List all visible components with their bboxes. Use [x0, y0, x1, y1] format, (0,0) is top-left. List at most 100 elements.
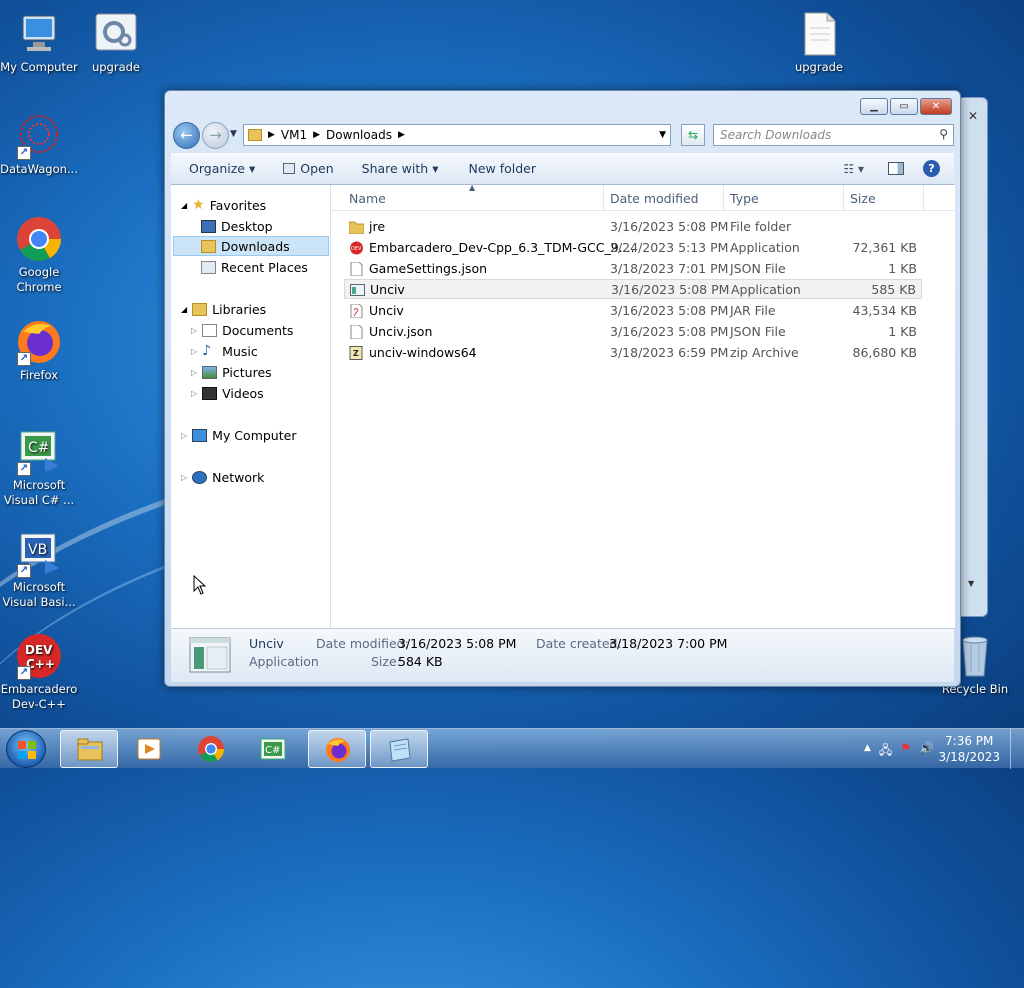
- nav-label: Desktop: [221, 218, 273, 234]
- media-player-icon: [137, 738, 161, 760]
- desktop-icon-label: Microsoft Visual Basi...: [2, 580, 76, 609]
- pictures-icon: [202, 365, 218, 379]
- organize-button[interactable]: Organize ▾: [189, 161, 255, 176]
- desktop-icon-upgrade-2[interactable]: upgrade: [778, 10, 860, 75]
- file-type: JAR File: [730, 303, 776, 318]
- view-options-icon[interactable]: ☷ ▾: [843, 162, 864, 176]
- documents-icon: [202, 323, 218, 337]
- back-button[interactable]: ←: [173, 122, 200, 149]
- network-status-icon[interactable]: 🖧: [879, 741, 892, 762]
- nav-videos[interactable]: ▷ Videos: [191, 383, 264, 403]
- column-separator[interactable]: [723, 185, 724, 211]
- downloads-folder-icon: [201, 239, 216, 253]
- collapsed-arrow-icon: ▷: [181, 430, 188, 440]
- zip-archive-icon: Z: [349, 346, 363, 360]
- address-dropdown-icon[interactable]: ▼: [659, 130, 666, 140]
- show-desktop-button[interactable]: [1010, 729, 1024, 769]
- clock-date: 3/18/2023: [938, 750, 1000, 764]
- column-separator[interactable]: [843, 185, 844, 211]
- svg-text:DEV: DEV: [351, 246, 362, 252]
- system-clock[interactable]: 7:36 PM 3/18/2023: [938, 733, 1000, 765]
- recent-pages-dropdown[interactable]: ▼: [230, 129, 237, 139]
- column-name[interactable]: Name: [349, 191, 386, 206]
- column-date-modified[interactable]: Date modified: [610, 191, 699, 206]
- start-button[interactable]: [6, 730, 46, 768]
- nav-downloads[interactable]: Downloads: [173, 236, 329, 256]
- visual-csharp-icon: C#: [260, 738, 286, 760]
- file-row-hovered[interactable]: Unciv 3/16/2023 5:08 PM Application 585 …: [344, 279, 922, 299]
- refresh-button[interactable]: ⇆: [681, 124, 705, 146]
- breadcrumb-downloads[interactable]: Downloads: [326, 128, 392, 142]
- taskbar-firefox[interactable]: [308, 730, 366, 768]
- nav-music[interactable]: ▷ ♪ Music: [191, 341, 258, 361]
- preview-pane-icon[interactable]: [888, 162, 904, 175]
- settings-file-icon: [92, 10, 140, 58]
- taskbar-explorer[interactable]: [60, 730, 118, 768]
- open-icon: [283, 163, 296, 174]
- taskbar-chrome[interactable]: [182, 730, 240, 768]
- column-type[interactable]: Type: [730, 191, 759, 206]
- breadcrumb-vm1[interactable]: VM1: [281, 128, 307, 142]
- desktop-icon-my-computer[interactable]: My Computer: [0, 10, 80, 75]
- nav-pictures[interactable]: ▷ Pictures: [191, 362, 272, 382]
- nav-network[interactable]: ▷ Network: [181, 467, 264, 487]
- collapsed-arrow-icon: ▷: [181, 472, 188, 482]
- show-hidden-icons-arrow[interactable]: ▲: [864, 743, 871, 762]
- address-bar[interactable]: ▶ VM1 ▶ Downloads ▶ ▼: [243, 124, 671, 146]
- details-date-created: 3/18/2023 7:00 PM: [609, 636, 728, 651]
- help-icon[interactable]: ?: [923, 160, 940, 177]
- column-separator[interactable]: [603, 185, 604, 211]
- forward-button[interactable]: →: [202, 122, 229, 149]
- svg-text:C#: C#: [265, 745, 280, 756]
- nav-libraries[interactable]: ◢ Libraries: [181, 299, 266, 319]
- desktop-icon-datawagon[interactable]: ↗ DataWagon...: [0, 112, 80, 177]
- desktop-icon-google-chrome[interactable]: Google Chrome: [0, 215, 80, 295]
- file-date: 2/24/2023 5:13 PM: [610, 240, 729, 255]
- visual-basic-icon: VB ↗: [15, 530, 63, 578]
- desktop-icon-upgrade-1[interactable]: upgrade: [75, 10, 157, 75]
- shortcut-arrow-icon: ↗: [17, 146, 31, 160]
- nav-documents[interactable]: ▷ Documents: [191, 320, 293, 340]
- taskbar-notepad[interactable]: [370, 730, 428, 768]
- jar-file-icon: [350, 304, 363, 318]
- nav-favorites[interactable]: ◢ ★ Favorites: [181, 195, 266, 215]
- file-row[interactable]: jre 3/16/2023 5:08 PM File folder: [345, 217, 921, 237]
- maximize-button[interactable]: ▭: [890, 98, 918, 115]
- mouse-cursor: [193, 574, 207, 598]
- details-size: 584 KB: [398, 654, 443, 669]
- action-center-icon[interactable]: ⚑: [900, 741, 911, 762]
- search-input[interactable]: Search Downloads ⚲: [713, 124, 954, 146]
- taskbar-media-player[interactable]: [120, 730, 178, 768]
- close-button[interactable]: ✕: [920, 98, 952, 115]
- file-row[interactable]: DEV Embarcadero_Dev-Cpp_6.3_TDM-GCC_9...…: [345, 238, 921, 258]
- desktop-icon-visual-csharp[interactable]: C# ↗ Microsoft Visual C# ...: [0, 428, 80, 508]
- nav-my-computer[interactable]: ▷ My Computer: [181, 425, 296, 445]
- column-size[interactable]: Size: [850, 191, 876, 206]
- breadcrumb-separator: ▶: [313, 130, 321, 140]
- file-row[interactable]: Z unciv-windows64 3/18/2023 6:59 PM zip …: [345, 343, 921, 363]
- desktop-icon-firefox[interactable]: ↗ Firefox: [0, 318, 80, 383]
- file-type: JSON File: [730, 261, 786, 276]
- open-button[interactable]: Open: [283, 161, 334, 176]
- new-folder-button[interactable]: New folder: [468, 161, 536, 176]
- file-row[interactable]: Unciv.json 3/16/2023 5:08 PM JSON File 1…: [345, 322, 921, 342]
- volume-icon[interactable]: 🔊: [919, 741, 934, 762]
- search-icon: ⚲: [939, 127, 948, 141]
- share-with-button[interactable]: Share with ▾: [362, 161, 439, 176]
- minimize-button[interactable]: ▁: [860, 98, 888, 115]
- details-size-label: Size:: [371, 654, 401, 669]
- scroll-up-icon: ✕: [968, 109, 979, 123]
- desktop-icon-embarcadero[interactable]: DEV C++ ↗ Embarcadero Dev-C++: [0, 632, 80, 712]
- nav-label: Pictures: [222, 364, 272, 380]
- open-label: Open: [300, 161, 334, 176]
- file-row[interactable]: Unciv 3/16/2023 5:08 PM JAR File 43,534 …: [345, 301, 921, 321]
- background-window-scrollbar[interactable]: ✕ ▼: [965, 109, 982, 613]
- explorer-window[interactable]: ▁ ▭ ✕ ← → ▼ ▶ VM1 ▶ Downloads ▶ ▼ ⇆ Sear…: [164, 90, 961, 687]
- nav-recent-places[interactable]: Recent Places: [201, 257, 308, 277]
- column-separator[interactable]: [923, 185, 924, 211]
- desktop-icon-visual-basic[interactable]: VB ↗ Microsoft Visual Basi...: [0, 530, 80, 610]
- taskbar-visual-csharp[interactable]: C#: [244, 730, 302, 768]
- file-list: Name ▲ Date modified Type Size jre 3/16/…: [331, 183, 955, 628]
- nav-desktop[interactable]: Desktop: [201, 216, 273, 236]
- file-row[interactable]: GameSettings.json 3/18/2023 7:01 PM JSON…: [345, 259, 921, 279]
